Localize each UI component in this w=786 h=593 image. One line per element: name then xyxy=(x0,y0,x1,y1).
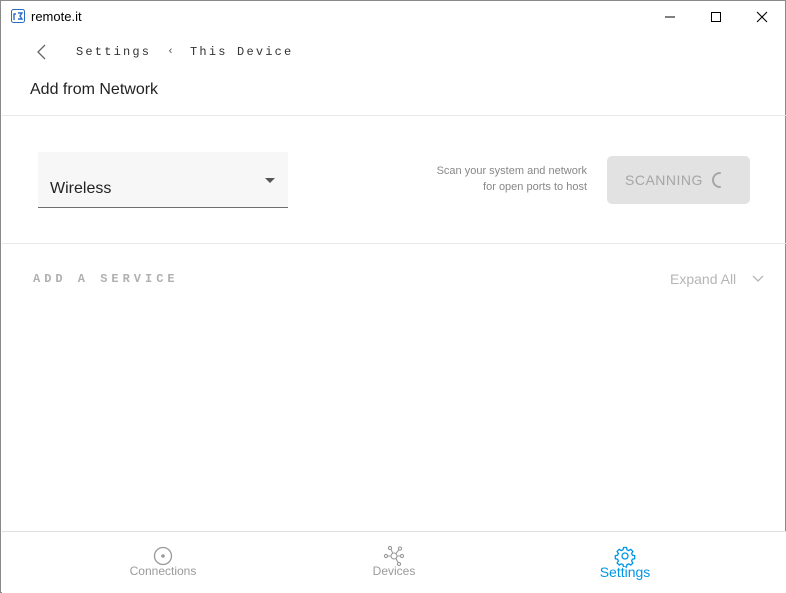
close-button[interactable] xyxy=(739,1,785,32)
interface-select[interactable]: Wireless xyxy=(38,152,288,208)
breadcrumb-settings[interactable]: Settings xyxy=(76,45,151,59)
nav-settings[interactable]: Settings xyxy=(525,532,725,593)
chevron-left-icon: ‹ xyxy=(167,46,177,58)
nav-label: Settings xyxy=(599,564,651,580)
maximize-button[interactable] xyxy=(693,1,739,32)
title-bar[interactable]: remote.it xyxy=(1,1,785,32)
nav-label: Devices xyxy=(372,564,416,578)
expand-all-button[interactable]: Expand All xyxy=(670,271,736,287)
close-icon xyxy=(756,11,768,22)
back-button[interactable] xyxy=(31,41,53,63)
header-divider xyxy=(2,115,786,116)
minimize-icon xyxy=(665,16,675,17)
nav-label: Connections xyxy=(129,564,197,578)
breadcrumb: Settings ‹ This Device xyxy=(76,45,293,59)
page-title: Add from Network xyxy=(30,81,159,98)
chevron-down-icon[interactable] xyxy=(752,274,764,284)
chevron-left-icon xyxy=(37,44,46,60)
nav-connections[interactable]: Connections xyxy=(63,532,263,593)
scan-help-line: for open ports to host xyxy=(483,181,587,193)
scan-button-label: SCANNING xyxy=(625,172,703,188)
breadcrumb-this-device[interactable]: This Device xyxy=(190,45,293,59)
app-window: remote.it Settings ‹ This Device Add fro… xyxy=(0,0,786,593)
add-service-heading: ADD A SERVICE xyxy=(33,272,179,286)
section-divider xyxy=(2,243,786,244)
remoteit-logo-icon xyxy=(11,9,25,23)
scan-help-line: Scan your system and network xyxy=(436,165,587,177)
minimize-button[interactable] xyxy=(647,1,693,32)
nav-devices[interactable]: Devices xyxy=(294,532,494,593)
window-title: remote.it xyxy=(31,9,82,24)
bottom-navigation: Connections Devices Settings xyxy=(2,531,786,593)
interface-select-value: Wireless xyxy=(50,180,112,197)
scan-button[interactable]: SCANNING xyxy=(607,156,750,204)
scan-help-text: Scan your system and network for open po… xyxy=(387,163,587,195)
caret-down-icon xyxy=(265,178,275,183)
spinner-icon xyxy=(712,172,721,188)
maximize-icon xyxy=(711,11,721,22)
